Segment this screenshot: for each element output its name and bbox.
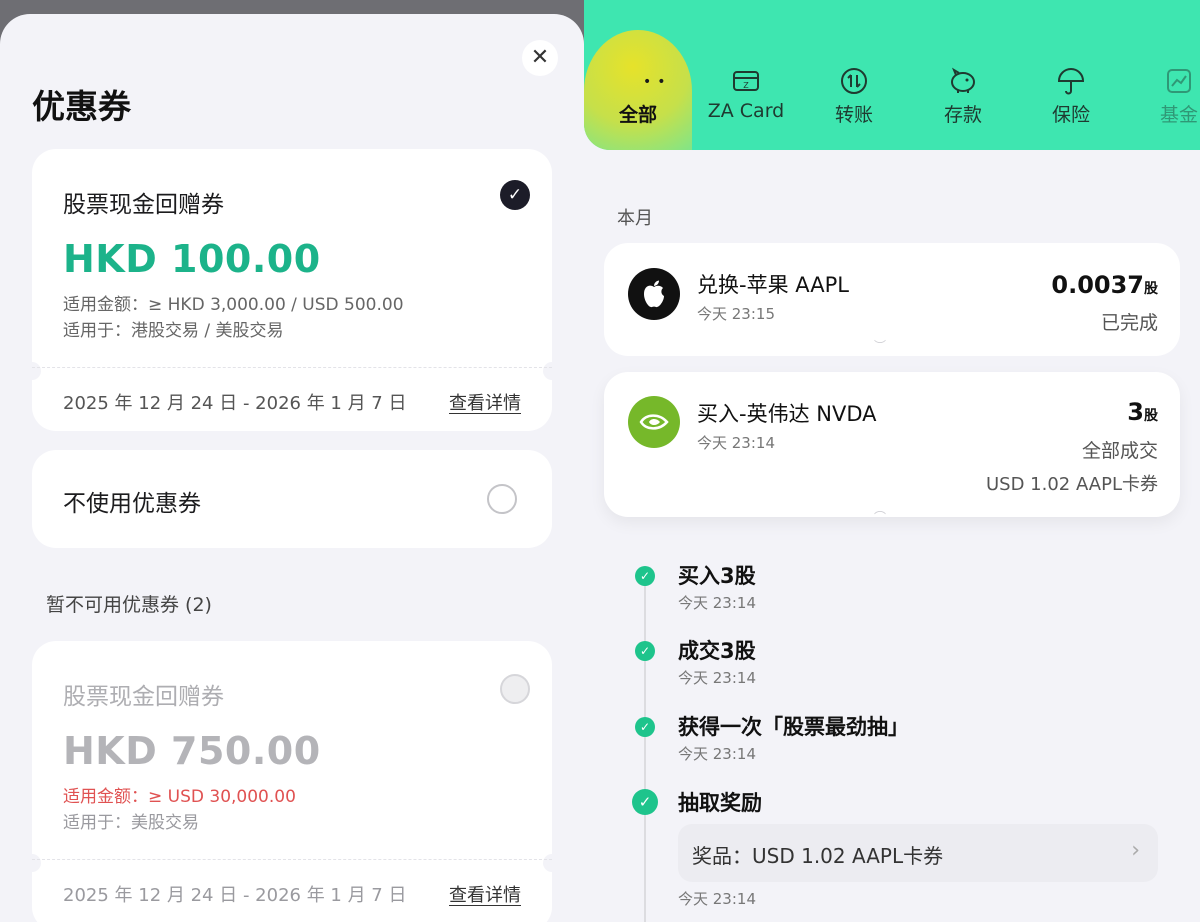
timeline-step-time: 今天 23:14	[678, 745, 756, 763]
piggy-bank-icon	[951, 67, 975, 93]
prize-row[interactable]: 奖品：USD 1.02 AAPL卡券 ›	[678, 824, 1158, 882]
transaction-card-nvda[interactable]: 买入-英伟达 NVDA 今天 23:14 3股 全部成交 USD 1.02 AA…	[604, 372, 1180, 517]
chart-icon	[1167, 69, 1191, 93]
coupon-amount: HKD 750.00	[63, 729, 321, 773]
apple-logo-icon	[628, 268, 680, 320]
coupon-validity: 2025 年 12 月 24 日 - 2026 年 1 月 7 日	[63, 885, 407, 906]
transaction-amount: 3股	[1127, 398, 1158, 426]
chevron-up-icon[interactable]: ︵	[874, 500, 886, 517]
step-check-icon: ✓	[635, 566, 655, 586]
coupon-divider	[32, 367, 552, 368]
tab-label: 转账	[834, 104, 873, 126]
transaction-card-aapl[interactable]: 兑换-苹果 AAPL 今天 23:15 0.0037股 已完成 ︶	[604, 243, 1180, 356]
step-check-icon: ✓	[635, 717, 655, 737]
transaction-coupon: USD 1.02 AAPL卡券	[986, 474, 1158, 495]
page-title: 优惠券	[32, 87, 131, 126]
coupon-applicable: 适用于：港股交易 / 美股交易	[63, 321, 284, 341]
chevron-right-icon: ›	[1131, 838, 1140, 863]
tab-label: 基金	[1159, 104, 1198, 126]
transaction-status: 全部成交	[1081, 440, 1158, 462]
tab-all[interactable]: 全部	[588, 70, 688, 127]
no-coupon-label: 不使用优惠券	[63, 491, 201, 517]
timeline-step-title: 抽取奖励	[678, 791, 762, 815]
transaction-status: 已完成	[1100, 312, 1158, 334]
coupon-min-spend: 适用金额：≥ USD 30,000.00	[63, 787, 296, 807]
transaction-time: 今天 23:14	[697, 434, 775, 452]
timeline-step-time: 今天 23:14	[678, 669, 756, 687]
tab-label: 存款	[943, 104, 982, 126]
nvidia-logo-icon	[628, 396, 680, 448]
timeline-step-title: 获得一次「股票最劲抽」	[678, 715, 909, 739]
coupon-validity: 2025 年 12 月 24 日 - 2026 年 1 月 7 日	[63, 393, 407, 414]
coupon-divider	[32, 859, 552, 860]
transfer-icon	[841, 68, 867, 94]
tab-transfer[interactable]: 转账	[804, 64, 904, 127]
umbrella-icon	[1057, 68, 1085, 95]
timeline-step-title: 买入3股	[678, 564, 756, 588]
step-check-icon: ✓	[632, 789, 658, 815]
transaction-title: 兑换-苹果 AAPL	[697, 273, 849, 297]
coupon-amount: HKD 100.00	[63, 237, 321, 281]
svg-text:Z: Z	[743, 81, 749, 90]
amount-value: 3	[1127, 398, 1144, 426]
close-icon: ✕	[530, 45, 550, 70]
coupon-min-spend: 适用金额：≥ HKD 3,000.00 / USD 500.00	[63, 295, 404, 315]
tab-label: ZA Card	[707, 100, 785, 122]
timeline-step-title: 成交3股	[678, 639, 756, 663]
amount-unit: 股	[1144, 281, 1158, 297]
transaction-time: 今天 23:15	[697, 305, 775, 323]
category-tabbar: •• 全部 Z ZA Card 转账 存款 保险 基金	[584, 0, 1200, 150]
timeline-step-time: 今天 23:14	[678, 890, 756, 908]
coupon-applicable: 适用于：美股交易	[63, 813, 199, 833]
coupon-sheet: ✕ 优惠券 股票现金回赠券 ✓ HKD 100.00 适用金额：≥ HKD 3,…	[0, 14, 584, 922]
tab-label: 全部	[618, 104, 657, 126]
tab-funds[interactable]: 基金	[1129, 64, 1200, 127]
coupon-notch-left	[23, 854, 41, 872]
tab-insurance[interactable]: 保险	[1021, 64, 1121, 127]
coupon-card-unavailable: 股票现金回赠券 HKD 750.00 适用金额：≥ USD 30,000.00 …	[23, 641, 561, 922]
timeline-step-time: 今天 23:14	[678, 594, 756, 612]
coupon-notch-right	[543, 854, 561, 872]
coupon-notch-right	[543, 362, 561, 380]
timeline-line	[644, 578, 646, 922]
coupon-radio-disabled	[500, 674, 530, 704]
tab-za-card[interactable]: Z ZA Card	[696, 64, 796, 122]
card-icon: Z	[733, 71, 759, 91]
close-button[interactable]: ✕	[522, 40, 558, 76]
checkmark-icon[interactable]: ✓	[500, 180, 530, 210]
prize-label: 奖品：USD 1.02 AAPL卡券	[692, 844, 944, 868]
coupon-card-selected[interactable]: 股票现金回赠券 ✓ HKD 100.00 适用金额：≥ HKD 3,000.00…	[23, 149, 561, 431]
no-coupon-option[interactable]: 不使用优惠券	[32, 450, 552, 548]
coupon-notch-left	[23, 362, 41, 380]
tab-label: 保险	[1051, 104, 1090, 126]
view-details-link[interactable]: 查看详情	[449, 389, 521, 415]
chevron-down-icon[interactable]: ︶	[874, 337, 886, 354]
transaction-amount: 0.0037股	[1051, 271, 1158, 299]
coupon-name: 股票现金回赠券	[63, 684, 224, 710]
coupon-name: 股票现金回赠券	[63, 192, 224, 218]
unavailable-section-label: 暂不可用优惠券 (2)	[46, 594, 212, 616]
amount-unit: 股	[1144, 408, 1158, 424]
transaction-title: 买入-英伟达 NVDA	[697, 402, 877, 426]
tab-deposit[interactable]: 存款	[913, 64, 1013, 127]
step-check-icon: ✓	[635, 641, 655, 661]
amount-value: 0.0037	[1051, 271, 1144, 299]
view-details-link[interactable]: 查看详情	[449, 881, 521, 907]
month-header: 本月	[617, 208, 653, 229]
no-coupon-radio[interactable]	[487, 484, 517, 514]
